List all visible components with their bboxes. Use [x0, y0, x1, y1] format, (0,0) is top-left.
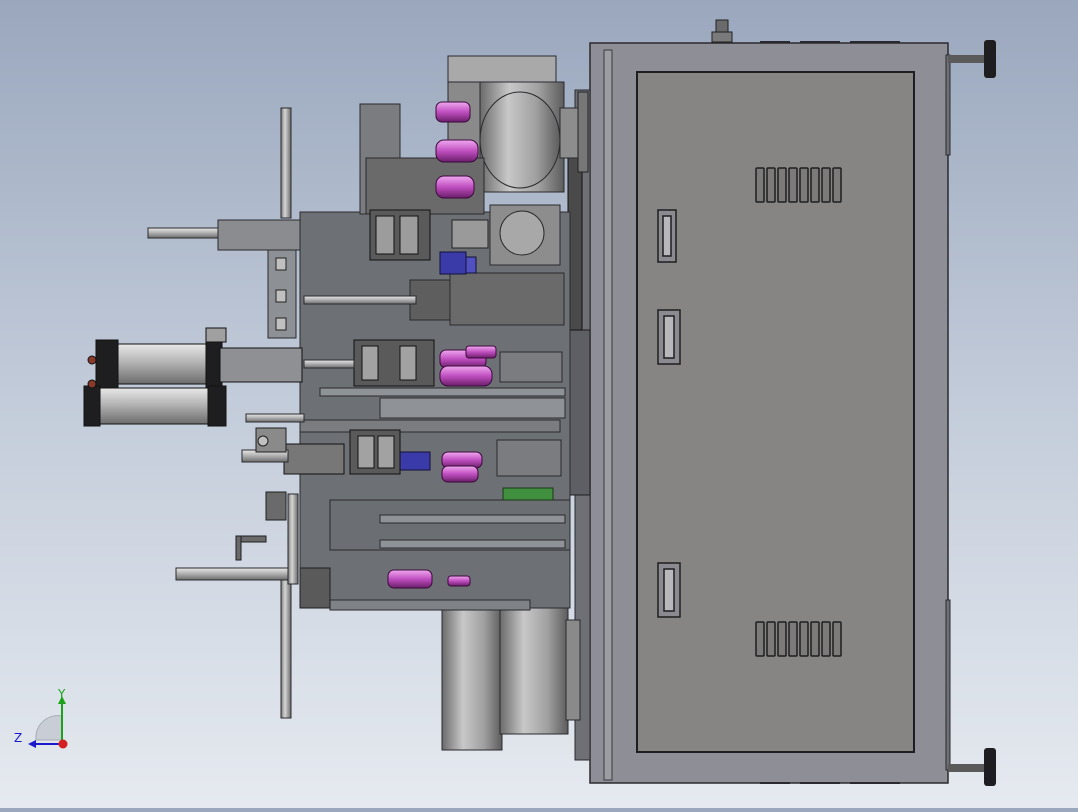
- leveling-foot-bottom: [948, 748, 996, 786]
- cabinet: [589, 19, 996, 786]
- circuit-board: [502, 487, 554, 501]
- model-viewport[interactable]: Y Z: [0, 0, 1078, 808]
- pneumatic-cylinders: [83, 327, 303, 427]
- y-axis-label: Y: [57, 688, 66, 701]
- x-axis-dot: [58, 739, 68, 749]
- servo-motor-bottom: [441, 587, 581, 751]
- triad-arc: [35, 715, 63, 741]
- vertical-rods: [267, 107, 299, 719]
- leveling-foot-top: [948, 40, 996, 78]
- z-axis-label: Z: [14, 731, 22, 745]
- z-axis-arrow: [28, 740, 36, 748]
- cad-model-drawing: [83, 19, 996, 786]
- axis-triad: Y Z: [14, 688, 68, 749]
